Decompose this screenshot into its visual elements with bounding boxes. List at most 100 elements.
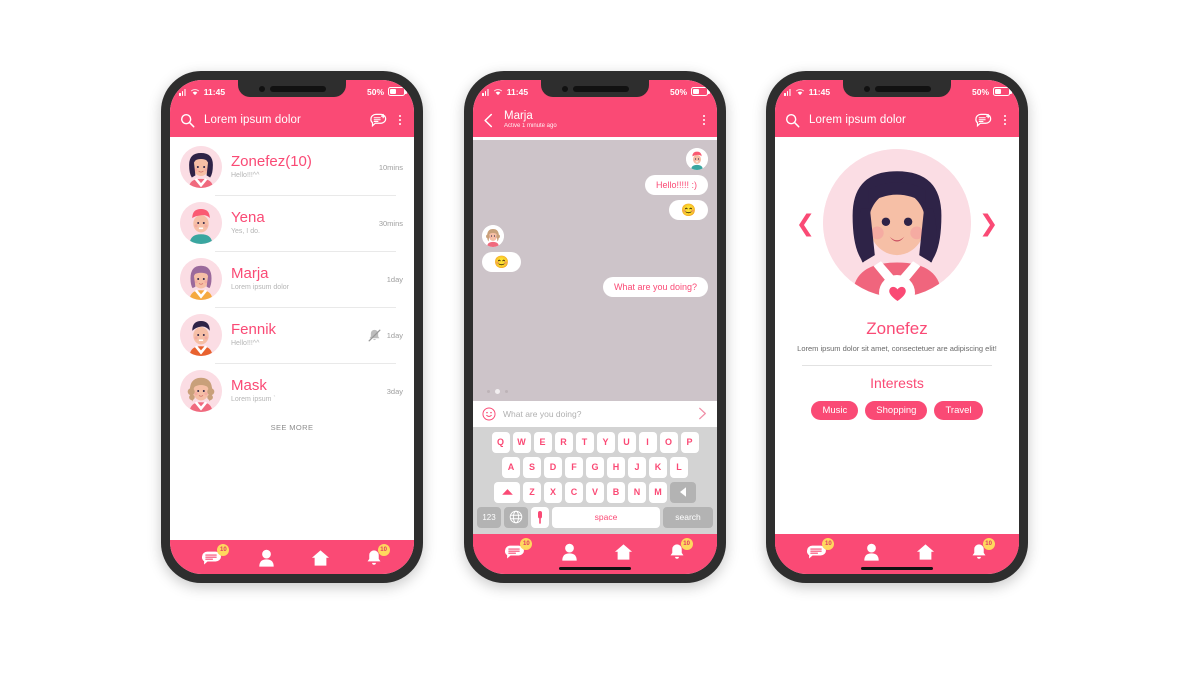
chat-messages[interactable]: Hello!!!!! :) 😊 😊 What are you doing? (473, 137, 717, 401)
status-time: 11:45 (808, 86, 831, 97)
on-screen-keyboard[interactable]: Q W E R T Y U I O P A S D F G H J K L Z … (473, 426, 717, 534)
key-t[interactable]: T (575, 431, 594, 453)
key-k[interactable]: K (649, 456, 667, 478)
key-u[interactable]: U (617, 431, 636, 453)
space-key[interactable]: space (552, 506, 660, 528)
profile-bio: Lorem ipsum dolor sit amet, consectetuer… (797, 344, 997, 353)
nav-home[interactable] (614, 543, 633, 561)
chat-header: Marja Active 1 minute ago (473, 103, 717, 137)
globe-icon[interactable] (504, 506, 528, 528)
numbers-key[interactable]: 123 (477, 506, 501, 528)
conversation-name: Marja (231, 265, 269, 282)
camera-dot (258, 85, 265, 92)
battery-icon (993, 87, 1012, 96)
signal-bars-icon (482, 88, 489, 96)
shift-up-icon[interactable] (494, 481, 520, 503)
keyboard-row-3: Z X C V B N M (477, 481, 713, 503)
status-time: 11:45 (203, 86, 226, 97)
nav-bell-badge: 10 (680, 537, 693, 550)
message-bubble: Hello!!!!! :) (644, 175, 708, 195)
battery-icon (691, 87, 710, 96)
key-i[interactable]: I (638, 431, 657, 453)
key-n[interactable]: N (628, 481, 646, 503)
see-more-button[interactable]: SEE MORE (170, 419, 414, 438)
key-y[interactable]: Y (596, 431, 615, 453)
key-g[interactable]: G (586, 456, 604, 478)
key-f[interactable]: F (565, 456, 583, 478)
key-p[interactable]: P (680, 431, 699, 453)
nav-person[interactable] (862, 543, 881, 561)
key-v[interactable]: V (586, 481, 604, 503)
new-message-icon[interactable] (975, 113, 992, 128)
search-key[interactable]: search (663, 506, 713, 528)
nav-chat[interactable]: 10 (806, 537, 835, 561)
interest-tags: Music Shopping Travel (811, 401, 983, 420)
nav-chat[interactable]: 10 (201, 544, 230, 567)
key-d[interactable]: D (544, 456, 562, 478)
conversation-time: 1day (386, 330, 403, 340)
page-title: Lorem ipsum dolor (204, 114, 301, 126)
nav-bell[interactable]: 10 (668, 537, 693, 561)
nav-person[interactable] (257, 549, 276, 567)
mute-bell-icon (367, 328, 382, 343)
list-item[interactable]: Zonefez(10) Hello!!!^^ 10mins (170, 139, 414, 195)
nav-home[interactable] (311, 549, 330, 567)
screen-2: 11:45 50% Marja Active 1 minute ago Hell… (473, 80, 717, 574)
back-arrow-icon[interactable] (482, 113, 495, 128)
chat-input-placeholder[interactable]: What are you doing? (503, 409, 690, 419)
avatar (482, 225, 504, 247)
avatar (180, 370, 222, 412)
conversation-list[interactable]: Zonefez(10) Hello!!!^^ 10mins Yena Yes, … (170, 137, 414, 540)
key-z[interactable]: Z (523, 481, 541, 503)
key-o[interactable]: O (659, 431, 678, 453)
chevron-left-icon[interactable]: ❮ (788, 212, 823, 235)
microphone-icon[interactable] (531, 506, 549, 528)
kebab-menu-icon[interactable] (396, 113, 404, 127)
battery-percent: 50% (366, 86, 384, 97)
bottom-nav-wrap: 10 10 (775, 533, 1019, 574)
key-a[interactable]: A (502, 456, 520, 478)
nav-person[interactable] (560, 543, 579, 561)
search-icon[interactable] (180, 113, 195, 128)
key-s[interactable]: S (523, 456, 541, 478)
list-item[interactable]: Yena Yes, I do. 30mins (170, 195, 414, 251)
send-chevron-icon[interactable] (697, 407, 708, 420)
smiley-icon[interactable] (482, 406, 496, 421)
key-c[interactable]: C (565, 481, 583, 503)
nav-chat[interactable]: 10 (504, 537, 533, 561)
list-item[interactable]: Marja Lorem ipsum dolor 1day (170, 251, 414, 307)
search-icon[interactable] (785, 113, 800, 128)
interest-tag-travel[interactable]: Travel (934, 401, 983, 420)
interest-tag-music[interactable]: Music (811, 401, 859, 420)
camera-dot (561, 85, 568, 92)
key-b[interactable]: B (607, 481, 625, 503)
key-x[interactable]: X (544, 481, 562, 503)
kebab-menu-icon[interactable] (1001, 113, 1009, 127)
battery-percent: 50% (669, 86, 687, 97)
chevron-right-icon[interactable]: ❯ (971, 212, 1006, 235)
chat-input-bar[interactable]: What are you doing? (473, 400, 717, 427)
phone-profile: 11:45 50% Lorem ipsum dolor ❮ ❯ Zonefez … (766, 71, 1028, 583)
conversation-preview: Lorem ipsum dolor (231, 284, 289, 291)
key-q[interactable]: Q (491, 431, 510, 453)
nav-bell[interactable]: 10 (970, 537, 995, 561)
key-w[interactable]: W (512, 431, 531, 453)
backspace-icon[interactable] (670, 481, 696, 503)
conversation-time: 1day (386, 274, 403, 284)
conversation-time: 10mins (378, 162, 403, 172)
avatar (180, 258, 222, 300)
key-m[interactable]: M (649, 481, 667, 503)
key-j[interactable]: J (628, 456, 646, 478)
speaker-slot (572, 85, 629, 92)
key-l[interactable]: L (670, 456, 688, 478)
nav-bell[interactable]: 10 (365, 544, 390, 567)
list-item[interactable]: Fennik Hello!!!^^ 1day (170, 307, 414, 363)
list-item[interactable]: Mask Lorem ipsum ` 3day (170, 363, 414, 419)
key-r[interactable]: R (554, 431, 573, 453)
nav-home[interactable] (916, 543, 935, 561)
key-h[interactable]: H (607, 456, 625, 478)
kebab-menu-icon[interactable] (700, 113, 708, 127)
key-e[interactable]: E (533, 431, 552, 453)
interest-tag-shopping[interactable]: Shopping (865, 401, 928, 420)
new-message-icon[interactable] (370, 113, 387, 128)
